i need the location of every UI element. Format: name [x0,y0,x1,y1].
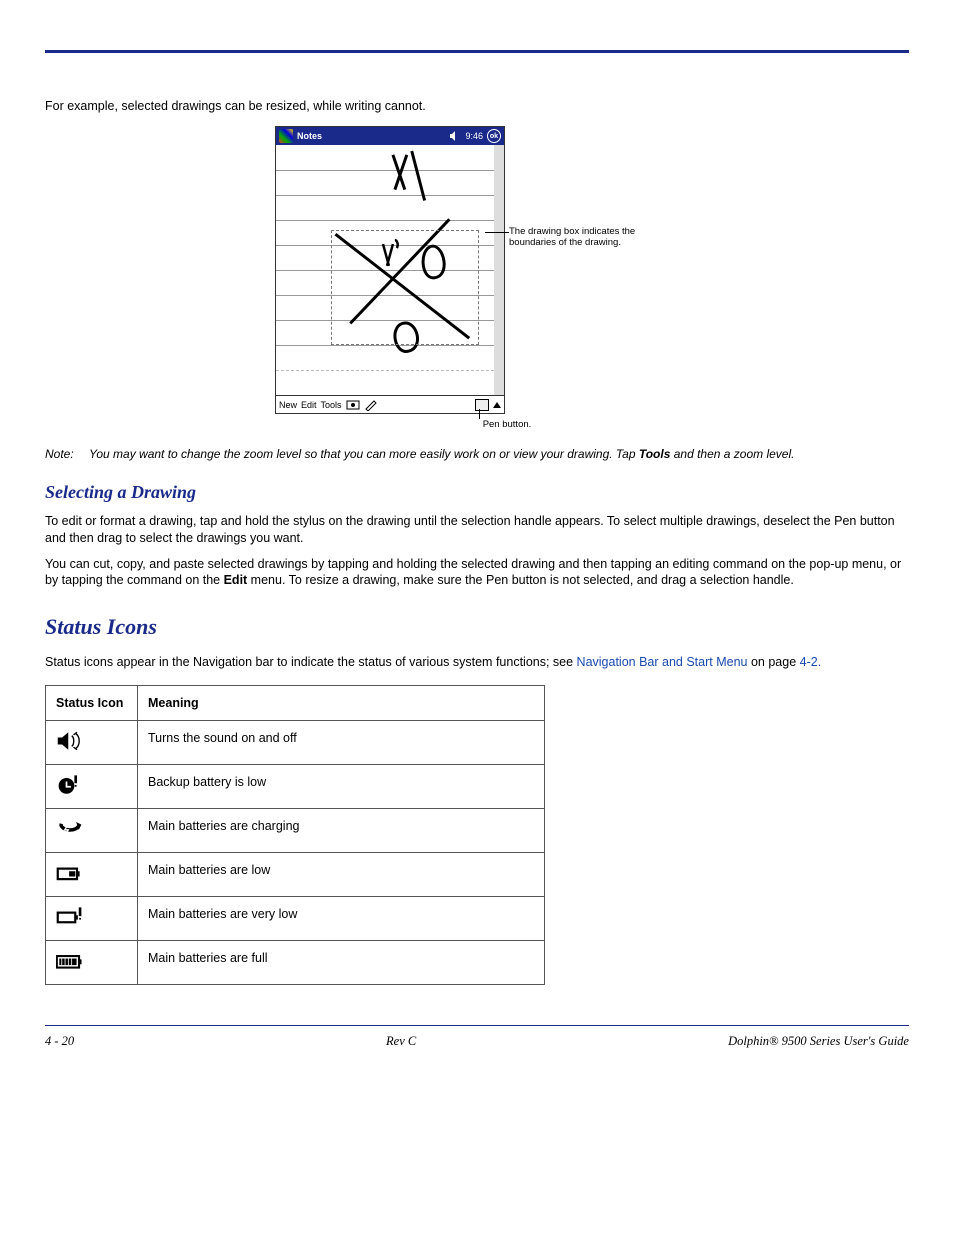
note-tools: Tools [639,447,671,461]
meaning-cell: Backup battery is low [138,764,545,808]
menu-tools: Tools [321,400,342,410]
selecting-heading: Selecting a Drawing [45,482,909,503]
selecting-p2: You can cut, copy, and paste selected dr… [45,556,909,589]
up-arrow-icon [493,402,501,408]
titlebar: Notes 9:46 ok [276,127,504,145]
note-label: Note: [45,446,74,462]
windows-logo-icon [279,129,293,143]
meaning-cell: Main batteries are charging [138,808,545,852]
charging-icon [56,817,84,841]
clock: 9:46 [465,131,483,141]
table-header-row: Status Icon Meaning [46,685,545,720]
menu-new: New [279,400,297,410]
note: Note: You may want to change the zoom le… [45,446,909,462]
status-icons-heading: Status Icons [45,614,909,640]
nav-bar-link[interactable]: Navigation Bar and Start Menu [577,655,748,669]
page-ref[interactable]: 4-2. [800,655,822,669]
speaker-status-icon [449,130,461,142]
col-meaning: Meaning [138,685,545,720]
very-low-icon [56,905,84,929]
col-status-icon: Status Icon [46,685,138,720]
selection-box [331,230,479,345]
footer-rule [45,1025,909,1026]
table-row: Main batteries are full [46,940,545,984]
table-row: Turns the sound on and off [46,720,545,764]
note-text-b: and then a zoom level. [670,447,794,461]
table-row: Main batteries are low [46,852,545,896]
keyboard-icon [475,399,489,411]
page: For example, selected drawings can be re… [0,0,954,1069]
screenshot-figure: Notes 9:46 ok [45,126,909,432]
note-text-a: You may want to change the zoom level so… [89,447,639,461]
app-title: Notes [297,131,449,141]
table-row: Main batteries are very low [46,896,545,940]
meaning-cell: Main batteries are very low [138,896,545,940]
menu-edit: Edit [301,400,317,410]
page-footer: 4 - 20 Rev C Dolphin® 9500 Series User's… [45,1034,909,1049]
page-number: 4 - 20 [45,1034,74,1049]
meaning-cell: Turns the sound on and off [138,720,545,764]
selecting-p1: To edit or format a drawing, tap and hol… [45,513,909,546]
bottom-toolbar: New Edit Tools [276,395,504,413]
backup-low-icon [56,773,84,797]
meaning-cell: Main batteries are full [138,940,545,984]
low-icon [56,861,84,885]
status-icons-table: Status Icon Meaning Turns the sound on a… [45,685,545,985]
header-rule [45,50,909,53]
table-row: Main batteries are charging [46,808,545,852]
status-intro: Status icons appear in the Navigation ba… [45,654,909,670]
full-icon [56,949,84,973]
pen-icon [364,399,378,411]
speaker-icon [56,729,84,753]
pen-button-label: Pen button. [483,419,532,430]
table-row: Backup battery is low [46,764,545,808]
revision: Rev C [386,1034,416,1049]
microphone-icon [346,399,360,411]
meaning-cell: Main batteries are low [138,852,545,896]
intro-paragraph: For example, selected drawings can be re… [45,98,909,114]
callout-label: The drawing box indicates the boundaries… [509,226,679,248]
guide-title: Dolphin® 9500 Series User's Guide [728,1034,909,1049]
ok-button: ok [487,129,501,143]
notes-app-screenshot: Notes 9:46 ok [275,126,505,414]
drawing-canvas [276,145,504,395]
